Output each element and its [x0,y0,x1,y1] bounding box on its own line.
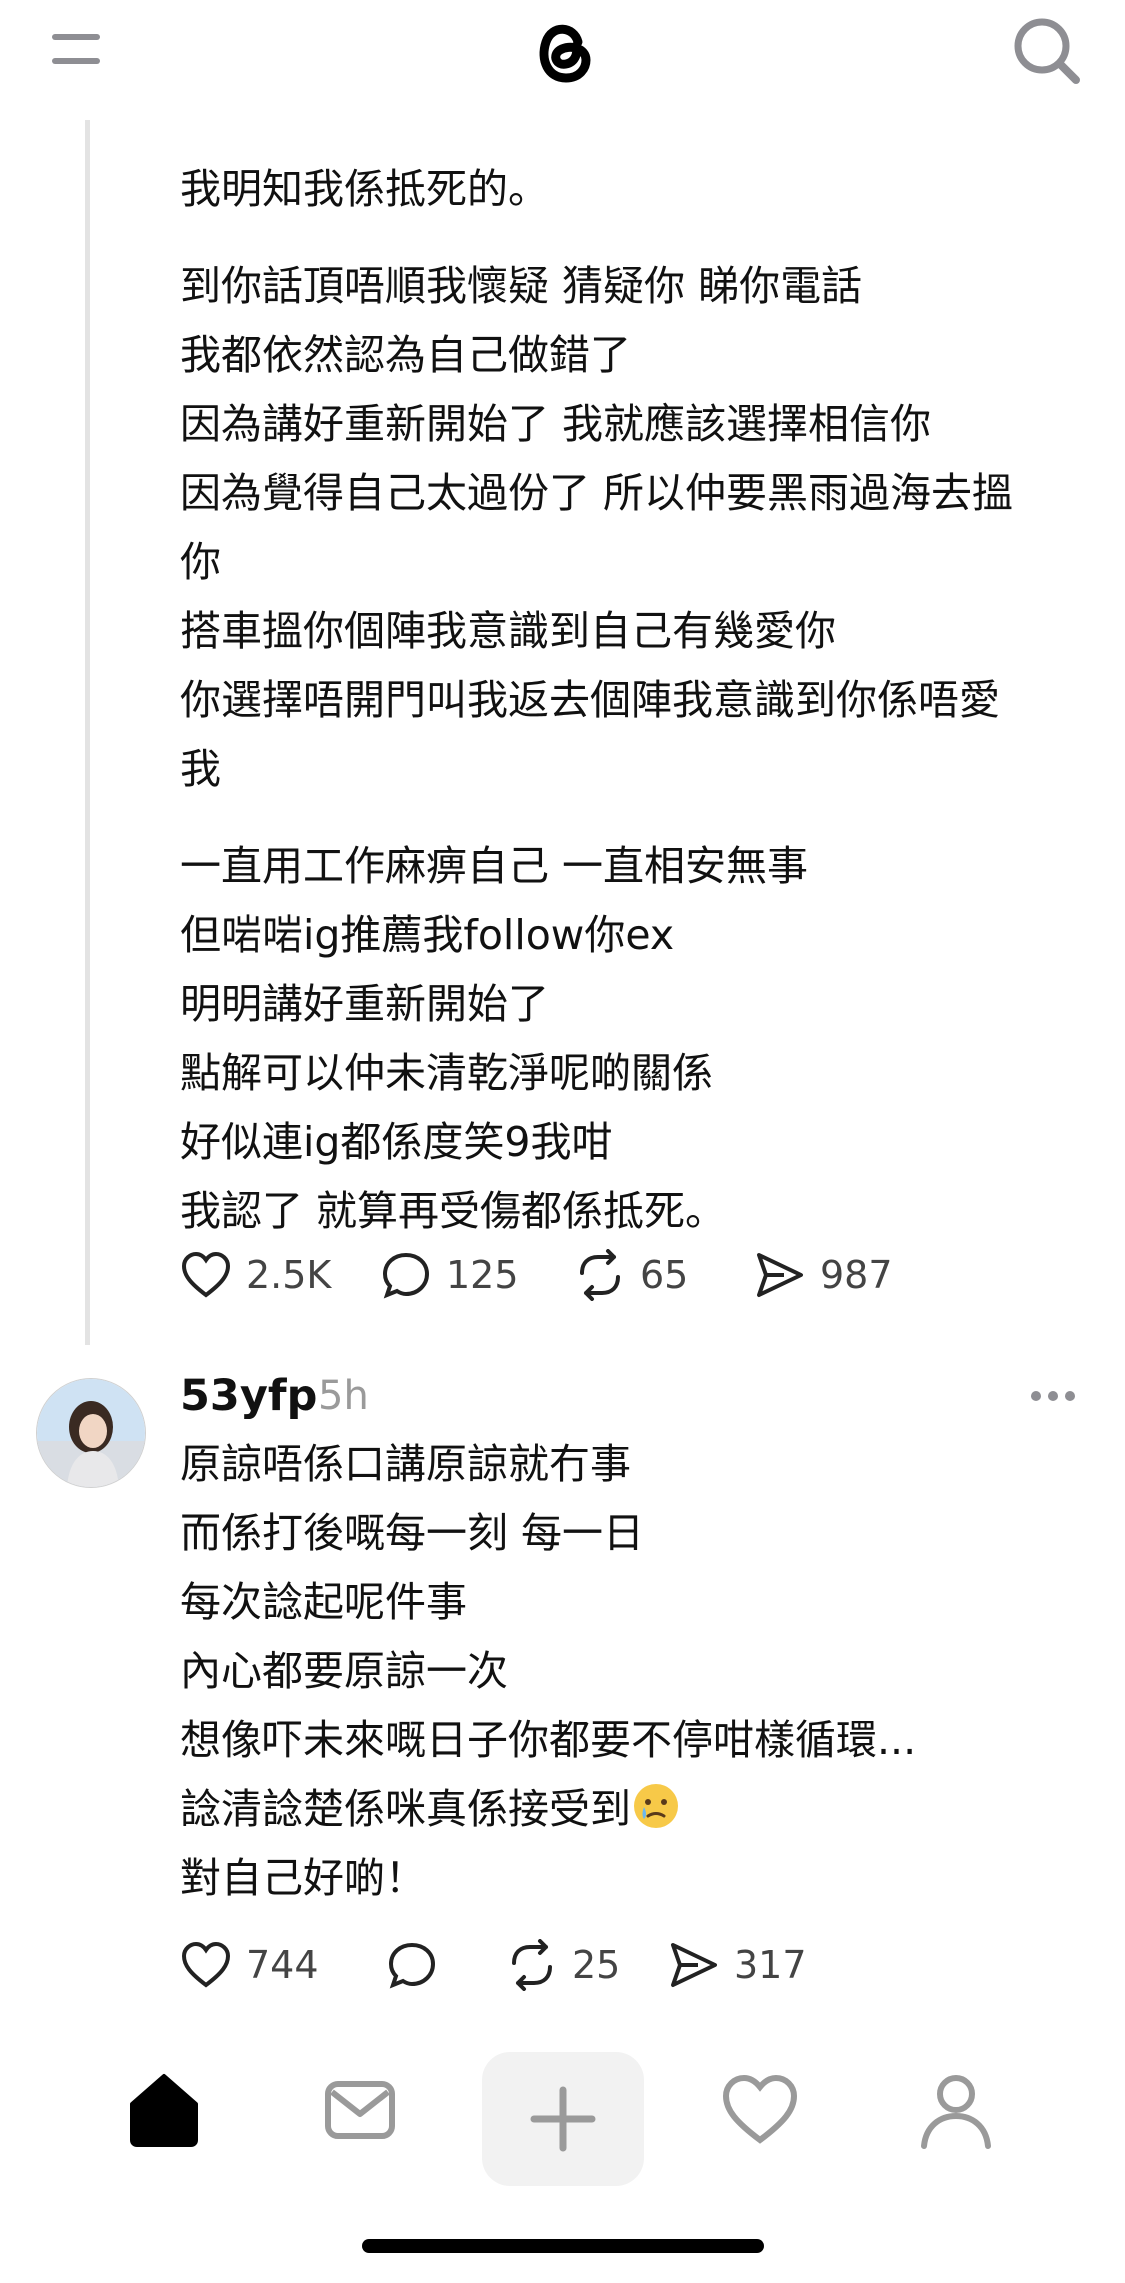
post-line: 因為講好重新開始了 我就應該選擇相信你 [180,400,932,448]
repost-count: 25 [572,1943,621,1987]
reply-line: 每次諗起呢件事 [180,1578,467,1626]
face-holding-back-tears-emoji [631,1781,681,1831]
repost-button[interactable]: 25 [506,1939,646,1991]
share-button[interactable]: 317 [668,1939,807,1991]
reply-line: 而係打後嘅每一刻 每一日 [180,1509,645,1557]
like-count: 2.5K [246,1253,332,1297]
heart-icon [181,1251,231,1298]
post-line: 你 [180,538,221,586]
reply-line: 內心都要原諒一次 [180,1647,508,1695]
compose-button[interactable] [482,2052,644,2186]
repost-icon [512,1939,552,1991]
share-icon [757,1253,803,1297]
profile-icon[interactable] [916,2070,996,2150]
threads-logo-icon[interactable] [526,12,600,92]
post-paragraph: 一直用工作麻痹自己 一直相安無事 但啱啱ig推薦我follow你ex 明明講好重新開… [180,832,1100,1246]
home-icon[interactable] [124,2070,204,2150]
share-count: 317 [734,1943,807,1987]
post-line: 我明知我係抵死的。 [180,165,549,213]
top-bar [0,0,1125,110]
reply-button[interactable] [386,1939,466,1991]
post-line: 好似連ig都係度笑9我咁 [180,1118,613,1166]
like-count: 744 [246,1943,319,1987]
more-options-icon[interactable] [1030,1386,1076,1406]
activity-heart-icon[interactable] [720,2070,800,2150]
post-line: 我都依然認為自己做錯了 [180,331,631,379]
post-paragraph: 到你話頂唔順我懷疑 猜疑你 睇你電話 我都依然認為自己做錯了因為講好重新開始了 我… [180,252,1100,804]
repost-count: 65 [640,1253,689,1297]
post-line: 明明講好重新開始了 [180,980,549,1028]
post-line: 因為覺得自己太過份了 所以仲要黑雨過海去搵 [180,469,1014,517]
avatar[interactable] [36,1378,146,1488]
username[interactable]: 53yfp [180,1366,317,1426]
search-icon[interactable] [1012,16,1082,86]
post-paragraph: 我明知我係抵死的。 [180,155,1100,224]
reply-line: 原諒唔係口講原諒就冇事 [180,1440,631,1488]
post-line: 但啱啱ig推薦我follow你ex [180,911,675,959]
like-button[interactable]: 744 [180,1939,330,1991]
mail-icon[interactable] [320,2070,400,2150]
menu-icon[interactable] [52,30,104,70]
reply-button[interactable]: 125 [380,1249,580,1301]
repost-button[interactable]: 65 [574,1249,754,1301]
home-indicator [362,2239,764,2253]
reply-text: 原諒唔係口講原諒就冇事 而係打後嘅每一刻 每一日 每次諗起呢件事 內心都要原諒一次想像… [180,1430,1100,1913]
compose-plus-icon [530,2086,596,2152]
reply-count: 125 [446,1253,519,1297]
post-line: 你選擇唔開門叫我返去個陣我意識到你係唔愛 [180,676,1000,724]
reply-line: 想像吓未來嘅日子你都要不停咁樣循環... [180,1716,917,1764]
share-icon [671,1943,717,1987]
post-line: 點解可以仲未清乾淨呢啲關係 [180,1049,713,1097]
share-count: 987 [820,1253,893,1297]
timestamp: 5h [318,1373,369,1419]
like-button[interactable]: 2.5K [180,1249,340,1301]
post-line: 我 [180,745,221,793]
thread-line [85,120,90,1345]
reply-actions: 744 25 317 [180,1935,807,1995]
comment-icon [382,1252,430,1299]
reply-line: 諗清諗楚係咪真係接受到 [180,1775,1100,1844]
post-line: 到你話頂唔順我懷疑 猜疑你 睇你電話 [180,262,863,310]
reply-line: 對自己好啲！ [180,1854,426,1902]
share-button[interactable]: 987 [754,1249,893,1301]
post-line: 一直用工作麻痹自己 一直相安無事 [180,842,809,890]
post-text: 我明知我係抵死的。到你話頂唔順我懷疑 猜疑你 睇你電話 我都依然認為自己做錯了因為… [180,155,1100,1274]
post-actions: 2.5K 125 65 987 [180,1245,893,1305]
post-line: 我認了 就算再受傷都係抵死。 [180,1187,727,1235]
heart-icon [181,1941,231,1988]
post-line: 搭車搵你個陣我意識到自己有幾愛你 [180,607,836,655]
comment-icon [388,1942,436,1989]
bottom-nav [0,2030,1125,2210]
repost-icon [580,1249,620,1301]
